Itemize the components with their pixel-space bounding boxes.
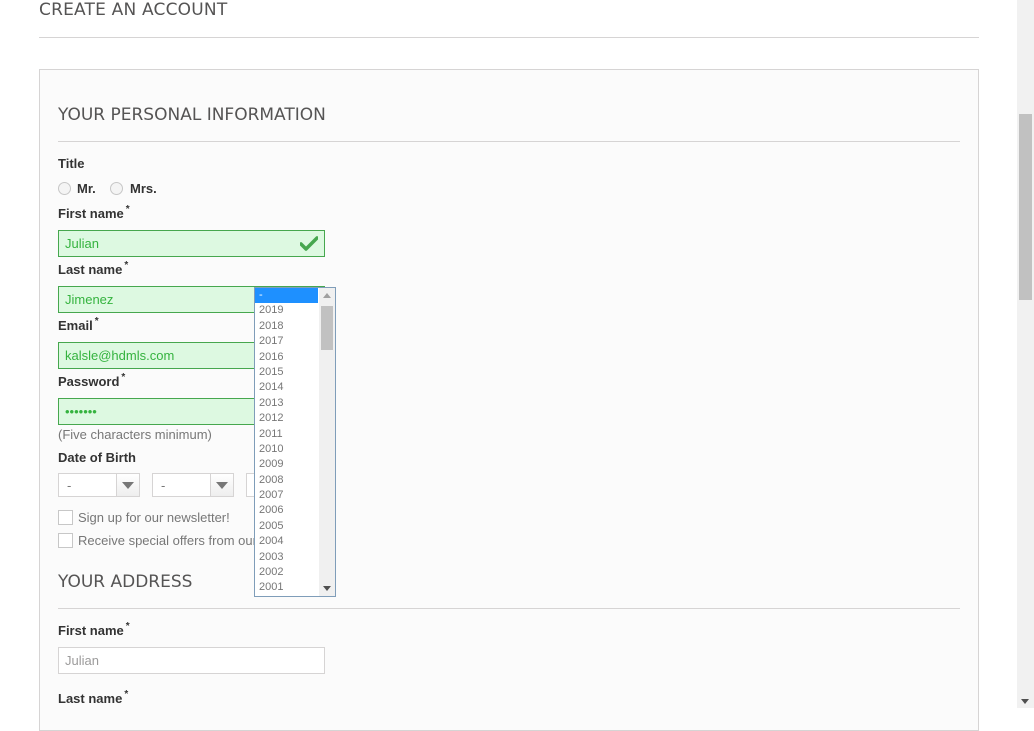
page-scrollbar[interactable] <box>1017 0 1034 708</box>
first-name-field[interactable]: Julian <box>58 230 325 257</box>
section-divider <box>58 608 960 609</box>
dropdown-scrollbar[interactable] <box>319 288 335 596</box>
scroll-down-icon[interactable] <box>1021 699 1029 704</box>
last-name-label: Last name * <box>58 260 129 277</box>
year-option[interactable]: 2015 <box>255 365 318 380</box>
dob-day-select[interactable]: - <box>58 473 140 497</box>
chevron-down-icon[interactable] <box>210 474 233 496</box>
year-option[interactable]: 2011 <box>255 427 318 442</box>
radio-mrs-label[interactable]: Mrs. <box>130 181 157 196</box>
year-option[interactable]: 2004 <box>255 534 318 549</box>
year-option[interactable]: 2008 <box>255 473 318 488</box>
page-title: CREATE AN ACCOUNT <box>39 0 228 20</box>
section-divider <box>58 141 960 142</box>
address-last-name-label: Last name * <box>58 689 129 706</box>
title-label: Title <box>58 156 85 171</box>
radio-mr-label[interactable]: Mr. <box>77 181 96 196</box>
year-option[interactable]: 2018 <box>255 319 318 334</box>
year-option[interactable]: 2005 <box>255 519 318 534</box>
scroll-down-icon[interactable] <box>323 586 331 591</box>
year-option[interactable]: 2009 <box>255 457 318 472</box>
email-label: Email * <box>58 316 99 333</box>
address-first-name-label: First name * <box>58 621 130 638</box>
year-option[interactable]: 2019 <box>255 303 318 318</box>
dob-month-select[interactable]: - <box>152 473 234 497</box>
scroll-up-icon[interactable] <box>323 293 331 298</box>
year-option[interactable]: 2012 <box>255 411 318 426</box>
year-option[interactable]: 2003 <box>255 550 318 565</box>
year-option[interactable]: 2014 <box>255 380 318 395</box>
year-option[interactable]: 2007 <box>255 488 318 503</box>
newsletter-label[interactable]: Sign up for our newsletter! <box>78 510 230 525</box>
address-first-name-field[interactable]: Julian <box>58 647 325 674</box>
dob-label: Date of Birth <box>58 450 136 465</box>
year-option[interactable]: 2006 <box>255 503 318 518</box>
page-scroll-thumb[interactable] <box>1019 114 1032 300</box>
year-option[interactable]: 2010 <box>255 442 318 457</box>
year-options: -2019 2018 2017 2016 2015 2014 2013 2012 2011 201… <box>255 288 318 596</box>
first-name-label: First name * <box>58 204 130 221</box>
radio-mr[interactable] <box>58 182 71 195</box>
password-label: Password * <box>58 372 126 389</box>
chevron-down-icon[interactable] <box>116 474 139 496</box>
year-option[interactable]: 2016 <box>255 350 318 365</box>
account-form: YOUR PERSONAL INFORMATION Title Mr. Mrs.… <box>39 69 979 731</box>
radio-mrs[interactable] <box>110 182 123 195</box>
offers-checkbox[interactable] <box>58 533 73 548</box>
dropdown-scroll-thumb[interactable] <box>321 306 333 350</box>
password-hint: (Five characters minimum) <box>58 427 212 442</box>
year-dropdown-list[interactable]: -2019 2018 2017 2016 2015 2014 2013 2012 2011 201… <box>254 287 336 597</box>
personal-info-title: YOUR PERSONAL INFORMATION <box>58 105 326 125</box>
newsletter-checkbox[interactable] <box>58 510 73 525</box>
year-option[interactable]: 2017 <box>255 334 318 349</box>
year-option[interactable]: - <box>255 288 318 304</box>
address-title: YOUR ADDRESS <box>58 572 193 592</box>
year-option[interactable]: 2013 <box>255 396 318 411</box>
heading-divider <box>39 37 979 38</box>
year-option[interactable]: 2001 <box>255 580 318 595</box>
year-option[interactable]: 2002 <box>255 565 318 580</box>
check-icon <box>300 236 318 251</box>
